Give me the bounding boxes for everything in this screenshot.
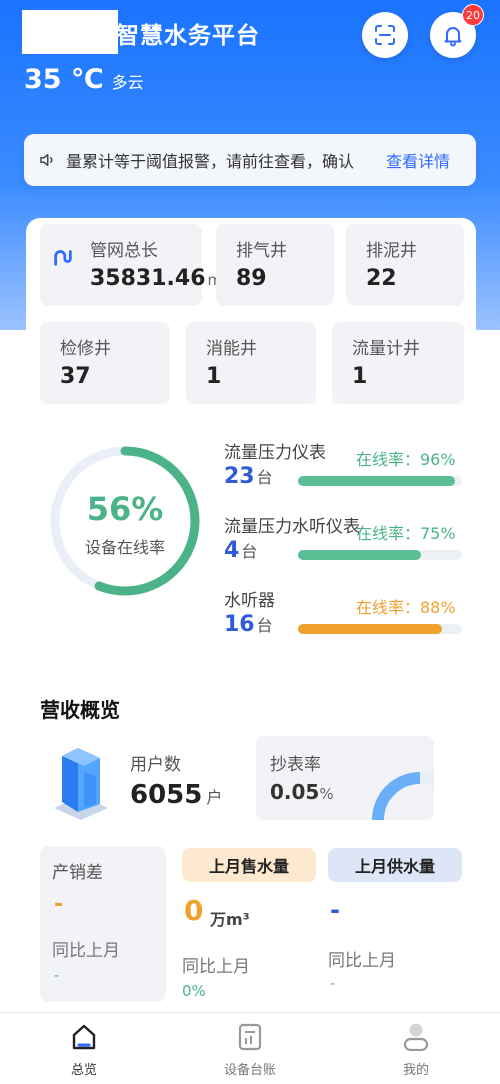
sold-unit: 万m³ [210, 910, 250, 929]
device-rate-fill [298, 624, 443, 634]
ledger-icon [238, 1023, 262, 1051]
stat-value: 22 [366, 266, 397, 291]
supply-value: - [330, 896, 340, 924]
stat-label: 检修井 [60, 339, 111, 359]
device-count: 4台 [224, 538, 257, 563]
stat-card-exhaust-well[interactable]: 排气井 89 [216, 224, 334, 306]
sold-compare-label: 同比上月 [182, 957, 250, 977]
last-month-supply-tag[interactable]: 上月供水量 [328, 848, 462, 882]
stat-value: 1 [206, 364, 222, 389]
production-sales-diff-card[interactable]: 产销差 - 同比上月 - [40, 846, 166, 1002]
home-icon [72, 1024, 96, 1050]
weather-info: 35 ℃ 多云 [24, 64, 144, 95]
sold-label: 上月售水量 [208, 857, 289, 876]
stat-card-mud-well[interactable]: 排泥井 22 [346, 224, 464, 306]
meter-label: 抄表率 [270, 755, 321, 775]
nav-item-overview[interactable]: 总览 [24, 1013, 144, 1084]
diff-compare-label: 同比上月 [52, 941, 120, 961]
stat-value: 35831.46 m [90, 266, 222, 291]
device-rate-bar [298, 550, 462, 560]
stat-card-energy-well[interactable]: 消能井 1 [186, 322, 316, 404]
notification-badge: 20 [462, 4, 484, 26]
supply-compare-label: 同比上月 [328, 951, 396, 971]
device-count-value: 4 [224, 538, 240, 563]
users-label: 用户数 [130, 755, 181, 775]
notice-detail-link[interactable]: 查看详情 [386, 148, 450, 172]
building-icon [54, 748, 108, 820]
asset-overview-panel: 管网总长 35831.46 m 排气井 89 排泥井 22 检修井 37 消能井 … [26, 218, 476, 650]
speaker-icon [40, 154, 53, 166]
meter-reading-card[interactable]: 抄表率 0.05% [256, 736, 434, 820]
stat-value: 1 [352, 364, 368, 389]
logo [22, 10, 118, 54]
ring-center: 56% 设备在线率 [48, 490, 202, 558]
device-count-value: 23 [224, 464, 255, 489]
device-count: 23 台 [224, 464, 273, 489]
stat-card-repair-well[interactable]: 检修井 37 [40, 322, 170, 404]
stat-label: 流量计井 [352, 339, 420, 359]
diff-value: - [54, 892, 64, 917]
device-rate: 在线率：88% [356, 598, 456, 617]
device-rate-bar [298, 624, 462, 634]
stat-label: 排泥井 [366, 241, 417, 261]
stat-card-pipe-length[interactable]: 管网总长 35831.46 m [40, 224, 222, 306]
weather-condition: 多云 [111, 73, 144, 92]
stat-label: 消能井 [206, 339, 257, 359]
diff-compare-value: - [54, 968, 60, 984]
device-name: 流量压力仪表 [224, 443, 326, 463]
section-title: 营收概览 [40, 698, 120, 722]
user-icon [403, 1023, 429, 1051]
stat-card-flow-well[interactable]: 流量计井 1 [332, 322, 464, 404]
device-rate-bar [298, 476, 462, 486]
device-rate-fill [298, 476, 456, 486]
temperature: 35 ℃ [24, 64, 104, 95]
device-name: 水听器 [224, 591, 275, 611]
last-month-sold-tag[interactable]: 上月售水量 [182, 848, 316, 882]
scan-icon [375, 25, 395, 45]
app-title: 智慧水务平台 [116, 23, 260, 49]
supply-label: 上月供水量 [354, 857, 435, 876]
users-value: 6055 [130, 780, 203, 810]
meter-gauge [372, 772, 434, 820]
supply-compare-value: - [330, 976, 336, 992]
pipe-length-value: 35831.46 [90, 266, 206, 291]
device-count-unit: 台 [241, 542, 258, 561]
sold-compare-value: 0% [182, 982, 206, 1000]
device-rate: 在线率：96% [356, 450, 456, 469]
device-rate-fill [298, 550, 421, 560]
revenue-overview-panel: 营收概览 用户数 6055 户 抄表率 0.05% 产销差 - 同比上月 - 上月… [26, 672, 476, 1012]
nav-label: 设备台账 [223, 1063, 276, 1078]
device-rate: 在线率：75% [356, 524, 456, 543]
meter-unit: % [319, 785, 334, 803]
online-rate-percent: 56% [86, 490, 164, 528]
stat-label: 管网总长 [90, 241, 158, 261]
sold-value: 0 [184, 894, 204, 927]
online-rate-label: 设备在线率 [84, 538, 165, 557]
online-rate-ring: 56% 设备在线率 [48, 444, 202, 598]
users-unit: 户 [206, 788, 223, 807]
scan-button[interactable] [362, 12, 408, 58]
meter-value: 0.05 [270, 780, 320, 804]
nav-item-device-ledger[interactable]: 设备台账 [190, 1013, 310, 1084]
alert-notice[interactable]: 量累计等于阈值报警，请前往查看，确认 查看详情 [24, 134, 476, 186]
nav-label: 我的 [402, 1063, 429, 1078]
pipe-icon [54, 250, 72, 266]
bell-icon [444, 27, 462, 47]
stat-value: 89 [236, 266, 267, 291]
diff-label: 产销差 [52, 863, 103, 883]
device-count: 16 台 [224, 612, 273, 637]
device-count-unit: 台 [256, 468, 273, 487]
stat-value: 37 [60, 364, 91, 389]
stat-label: 排气井 [236, 241, 287, 261]
nav-label: 总览 [70, 1063, 97, 1078]
device-name: 流量压力水听仪表 [224, 517, 360, 537]
users-count: 6055 户 [130, 780, 222, 810]
nav-item-mine[interactable]: 我的 [356, 1013, 476, 1084]
bottom-nav: 总览 设备台账 我的 [0, 1012, 500, 1084]
meter-rate: 0.05% [270, 780, 334, 804]
notice-text: 量累计等于阈值报警，请前往查看，确认 [66, 152, 355, 171]
device-count-value: 16 [224, 612, 255, 637]
device-count-unit: 台 [256, 616, 273, 635]
